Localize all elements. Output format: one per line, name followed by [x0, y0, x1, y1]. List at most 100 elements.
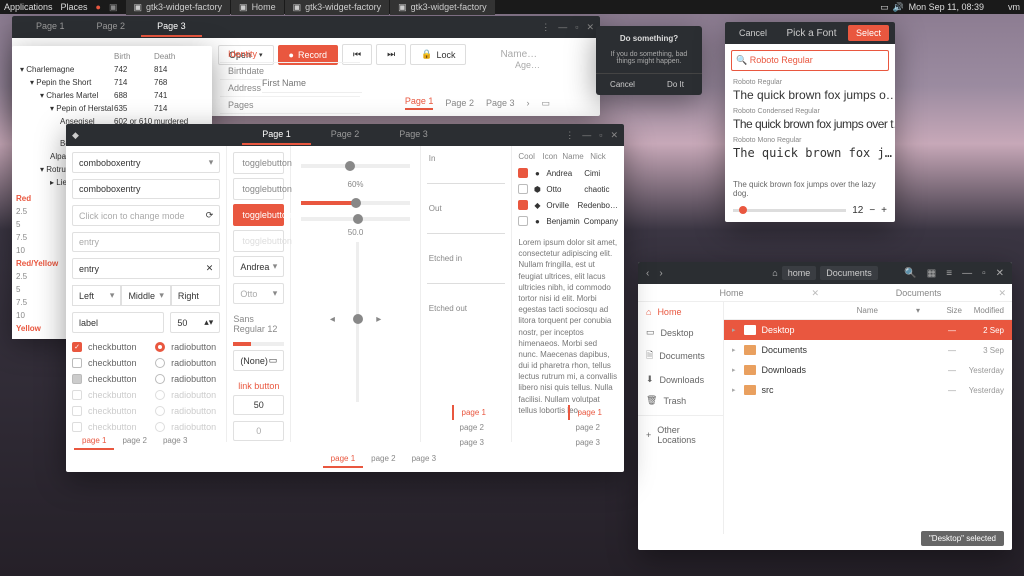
size-dec-icon[interactable]: − [869, 205, 875, 216]
toggle-active[interactable]: togglebutton [233, 204, 284, 226]
close-tab-icon[interactable]: ✕ [998, 288, 1006, 299]
toggle-2[interactable]: togglebutton [233, 178, 284, 200]
first-name-input[interactable] [262, 74, 362, 93]
clear-icon[interactable]: ✕ [206, 263, 214, 274]
row-check[interactable] [518, 200, 528, 210]
menu-icon[interactable]: ⋮ [541, 22, 550, 33]
titlebar[interactable]: Page 1 Page 2 Page 3 ⋮—▫✕ [12, 16, 600, 38]
btab-r1[interactable]: page 1 [568, 405, 610, 420]
font-sample[interactable]: The quick brown fox jumps o… [725, 88, 895, 106]
checkbutton-3[interactable]: checkbutton [72, 371, 137, 387]
subpage-1[interactable]: Page 1 [405, 96, 434, 110]
volume-icon[interactable]: 🔊 [893, 2, 904, 13]
home-icon[interactable]: ⌂ [772, 268, 777, 278]
tab-page1[interactable]: Page 1 [20, 17, 81, 37]
close-icon[interactable]: ✕ [586, 22, 594, 33]
size-inc-icon[interactable]: + [881, 205, 887, 216]
section-pages[interactable]: Pages [220, 97, 360, 114]
window-list-item[interactable]: ▣gtk3-widget-factory [390, 0, 495, 15]
btab-c1[interactable]: page 1 [323, 451, 363, 468]
tree-row[interactable]: ▾ Pepin of Herstal635714 [16, 102, 208, 115]
tab-next-icon[interactable]: › [526, 98, 529, 108]
expand-icon[interactable]: ▸ [732, 346, 736, 354]
clock[interactable]: Mon Sep 11, 08:39 [909, 2, 984, 12]
tab-page3[interactable]: Page 3 [379, 125, 448, 145]
minimize-icon[interactable]: — [962, 268, 972, 279]
combo-1[interactable]: comboboxentry [72, 152, 220, 173]
btab-m2[interactable]: page 2 [452, 420, 494, 435]
h-slider-2[interactable] [301, 201, 409, 205]
spin-50[interactable]: 50▴▾ [170, 312, 220, 333]
spin-value[interactable]: 50 [233, 395, 284, 415]
color-none[interactable]: (None)▭ [233, 350, 284, 371]
font-sample[interactable]: The quick brown fox jumps over t… [725, 117, 895, 135]
network-icon[interactable]: ▭ [880, 2, 889, 13]
v-slider-thumb[interactable] [353, 314, 363, 324]
sidebar-item[interactable]: 🗑Trash [638, 390, 723, 411]
places-menu[interactable]: Places [61, 2, 88, 12]
align-left[interactable]: Left [72, 285, 121, 306]
btab-c2[interactable]: page 2 [363, 451, 403, 468]
window-list-item[interactable]: ▣gtk3-widget-factory [285, 0, 390, 15]
files-headerbar[interactable]: ‹› ⌂ home Documents 🔍 ▦ ≡ — ▫ ✕ [638, 262, 1012, 284]
radiobutton-3[interactable]: radiobutton [155, 371, 220, 387]
sidebar-item[interactable]: ▭Desktop [638, 322, 723, 343]
tab-page2[interactable]: Page 2 [311, 125, 380, 145]
align-right[interactable]: Right [171, 285, 220, 306]
tab-page3[interactable]: Page 3 [141, 17, 202, 37]
row-check[interactable] [518, 168, 528, 178]
name-placeholder[interactable]: Name… [500, 49, 537, 60]
expand-icon[interactable]: ▸ [732, 386, 736, 394]
skip-fwd-button[interactable]: ⏭ [376, 44, 406, 65]
btab-r2[interactable]: page 2 [568, 420, 610, 435]
tree-row[interactable]: ▾ Charles Martel688741 [16, 89, 208, 102]
font-search[interactable]: 🔍 Roboto Regular [731, 50, 889, 71]
select-button[interactable]: Select [848, 25, 889, 41]
fwd-icon[interactable]: › [659, 268, 662, 279]
maximize-icon[interactable]: ▫ [599, 130, 602, 141]
person-row[interactable]: ●BenjaminCompany [518, 213, 618, 229]
window-list-item[interactable]: ▣Home [231, 0, 284, 15]
picker-icon[interactable]: ▭ [269, 355, 278, 366]
tab-home[interactable]: Home✕ [638, 284, 825, 301]
slider-left-icon[interactable]: ◂ [330, 314, 335, 325]
search-icon[interactable]: 🔍 [904, 268, 916, 279]
tree-row[interactable]: ▾ Pepin the Short714768 [16, 76, 208, 89]
btab-l1[interactable]: page 1 [74, 433, 114, 450]
cancel-button[interactable]: Cancel [596, 74, 649, 95]
radiobutton-2[interactable]: radiobutton [155, 355, 220, 371]
tree-row[interactable]: ▾ Charlemagne742814 [16, 63, 208, 76]
size-slider[interactable] [733, 209, 846, 212]
checkbutton-1[interactable]: checkbutton [72, 339, 137, 355]
sidebar-item[interactable]: ⬇Downloads [638, 369, 723, 390]
menu-icon[interactable]: ≡ [946, 268, 952, 279]
expand-icon[interactable]: ▸ [732, 326, 736, 334]
file-row[interactable]: ▸Documents—3 Sep [724, 340, 1012, 360]
close-tab-icon[interactable]: ✕ [811, 288, 819, 299]
file-row[interactable]: ▸Desktop—2 Sep [724, 320, 1012, 340]
back-icon[interactable]: ‹ [646, 268, 649, 279]
btab-r3[interactable]: page 3 [568, 435, 610, 450]
link-button[interactable]: link button [233, 377, 284, 395]
size-value[interactable]: 12 [852, 205, 863, 216]
andrea-combo[interactable]: Andrea [233, 256, 284, 277]
btab-m3[interactable]: page 3 [452, 435, 494, 450]
person-row[interactable]: ◆OrvilleRedenbo… [518, 197, 618, 213]
section-identity[interactable]: Identity [220, 46, 360, 63]
person-row[interactable]: ●AndreaCimi [518, 165, 618, 181]
maximize-icon[interactable]: ▫ [982, 268, 986, 279]
h-slider-1[interactable] [301, 164, 409, 168]
btab-c3[interactable]: page 3 [404, 451, 444, 468]
applications-menu[interactable]: Applications [4, 2, 53, 12]
minimize-icon[interactable]: — [582, 130, 591, 141]
sidebar-item[interactable]: 🗎Documents [638, 343, 723, 369]
mode-input[interactable]: Click icon to change mode⟳ [72, 205, 220, 226]
close-icon[interactable]: ✕ [996, 268, 1004, 279]
align-middle[interactable]: Middle [121, 285, 170, 306]
expand-icon[interactable]: ▸ [732, 366, 736, 374]
path-bar[interactable]: ⌂ home Documents [772, 266, 877, 280]
h-slider-3[interactable] [301, 217, 409, 221]
minimize-icon[interactable]: — [558, 22, 567, 33]
file-row[interactable]: ▸Downloads—Yesterday [724, 360, 1012, 380]
person-row[interactable]: ⬢Ottochaotic [518, 181, 618, 197]
